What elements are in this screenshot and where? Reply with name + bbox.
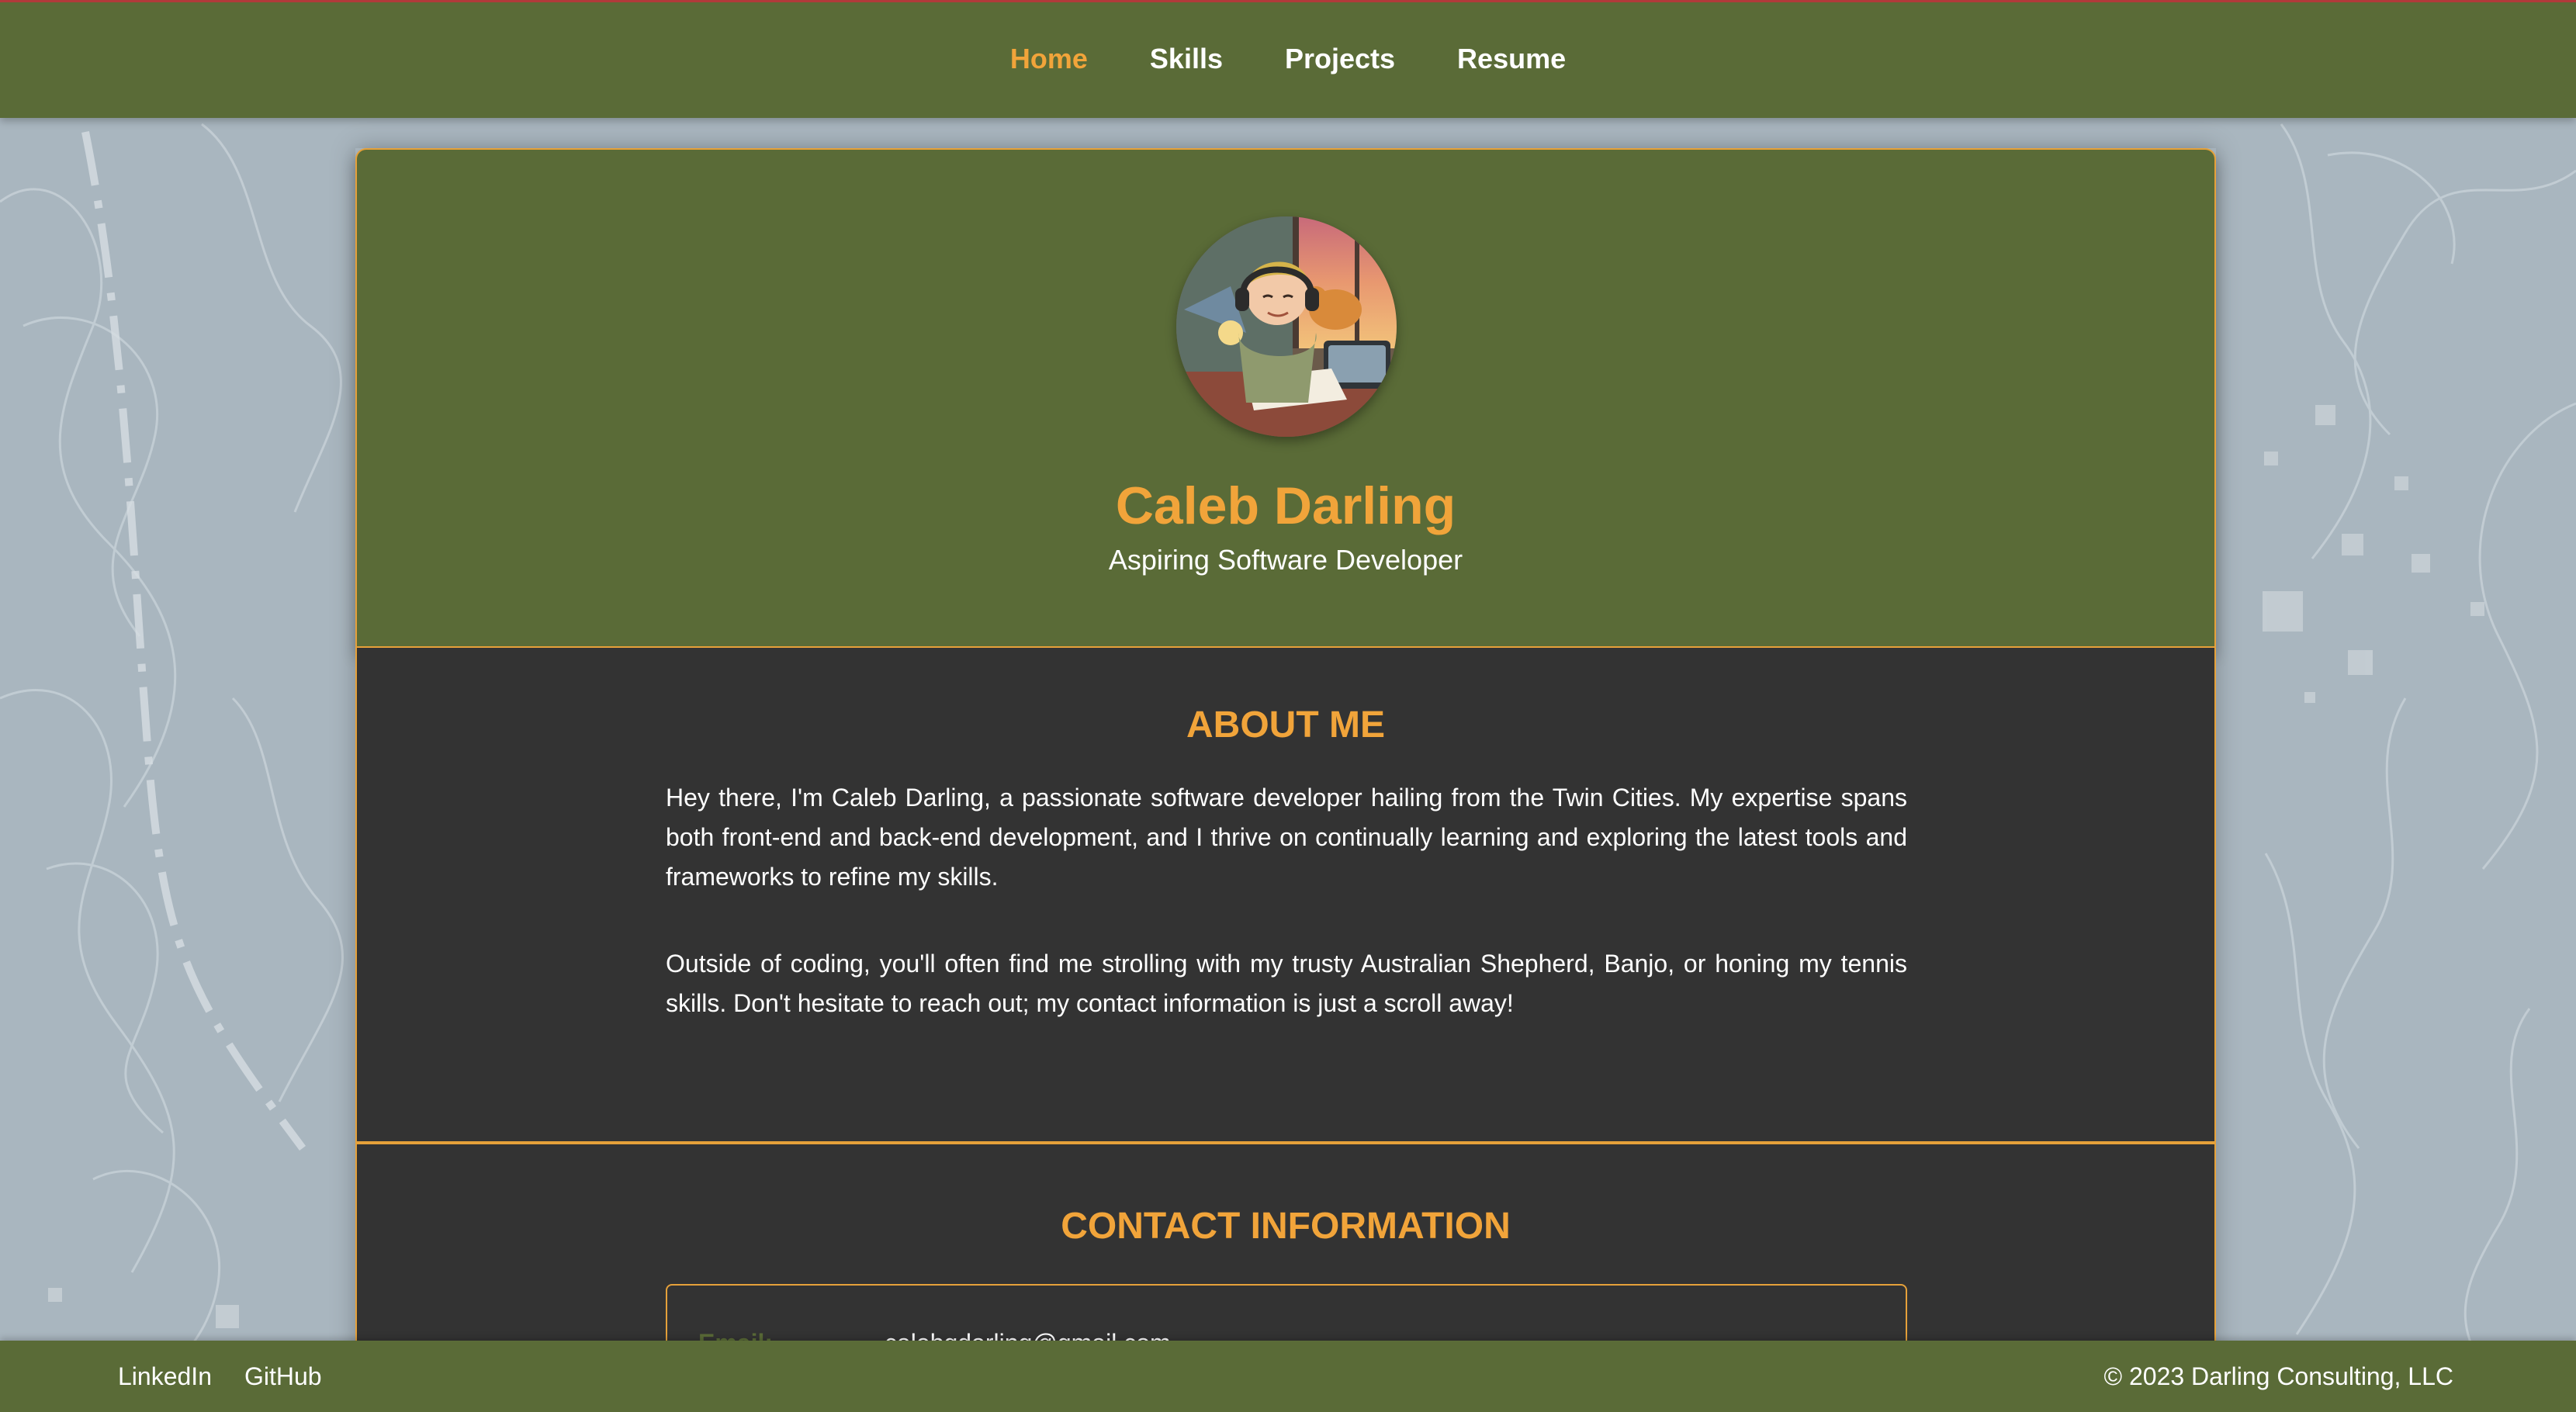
contact-title: CONTACT INFORMATION bbox=[1061, 1206, 1511, 1247]
nav-link-home[interactable]: Home bbox=[1010, 43, 1088, 75]
hero-subtitle: Aspiring Software Developer bbox=[1108, 544, 1463, 576]
about-section: ABOUT ME Hey there, I'm Caleb Darling, a… bbox=[355, 648, 2216, 1144]
top-accent-line bbox=[0, 0, 2576, 2]
nav-link-projects[interactable]: Projects bbox=[1285, 43, 1395, 75]
footer-copyright: © 2023 Darling Consulting, LLC bbox=[2103, 1362, 2454, 1390]
about-paragraph-2: Outside of coding, you'll often find me … bbox=[666, 950, 1907, 1017]
avatar-illustration-icon bbox=[1176, 216, 1397, 437]
nav-list: Home Skills Projects Resume bbox=[0, 0, 2576, 118]
main-card: Caleb Darling Aspiring Software Develope… bbox=[355, 148, 2216, 1412]
profile-avatar bbox=[1176, 216, 1397, 437]
hero-name: Caleb Darling bbox=[1115, 476, 1456, 535]
footer: LinkedIn GitHub © 2023 Darling Consultin… bbox=[0, 1341, 2576, 1412]
footer-link-github[interactable]: GitHub bbox=[244, 1362, 322, 1391]
nav-link-skills[interactable]: Skills bbox=[1150, 43, 1223, 75]
hero-section: Caleb Darling Aspiring Software Develope… bbox=[355, 148, 2216, 649]
top-navbar: Home Skills Projects Resume bbox=[0, 0, 2576, 118]
about-title: ABOUT ME bbox=[1186, 704, 1385, 746]
nav-link-resume[interactable]: Resume bbox=[1457, 43, 1566, 75]
footer-links: LinkedIn GitHub bbox=[118, 1341, 322, 1412]
footer-link-linkedin[interactable]: LinkedIn bbox=[118, 1362, 212, 1391]
about-paragraph-1: Hey there, I'm Caleb Darling, a passiona… bbox=[666, 784, 1907, 891]
